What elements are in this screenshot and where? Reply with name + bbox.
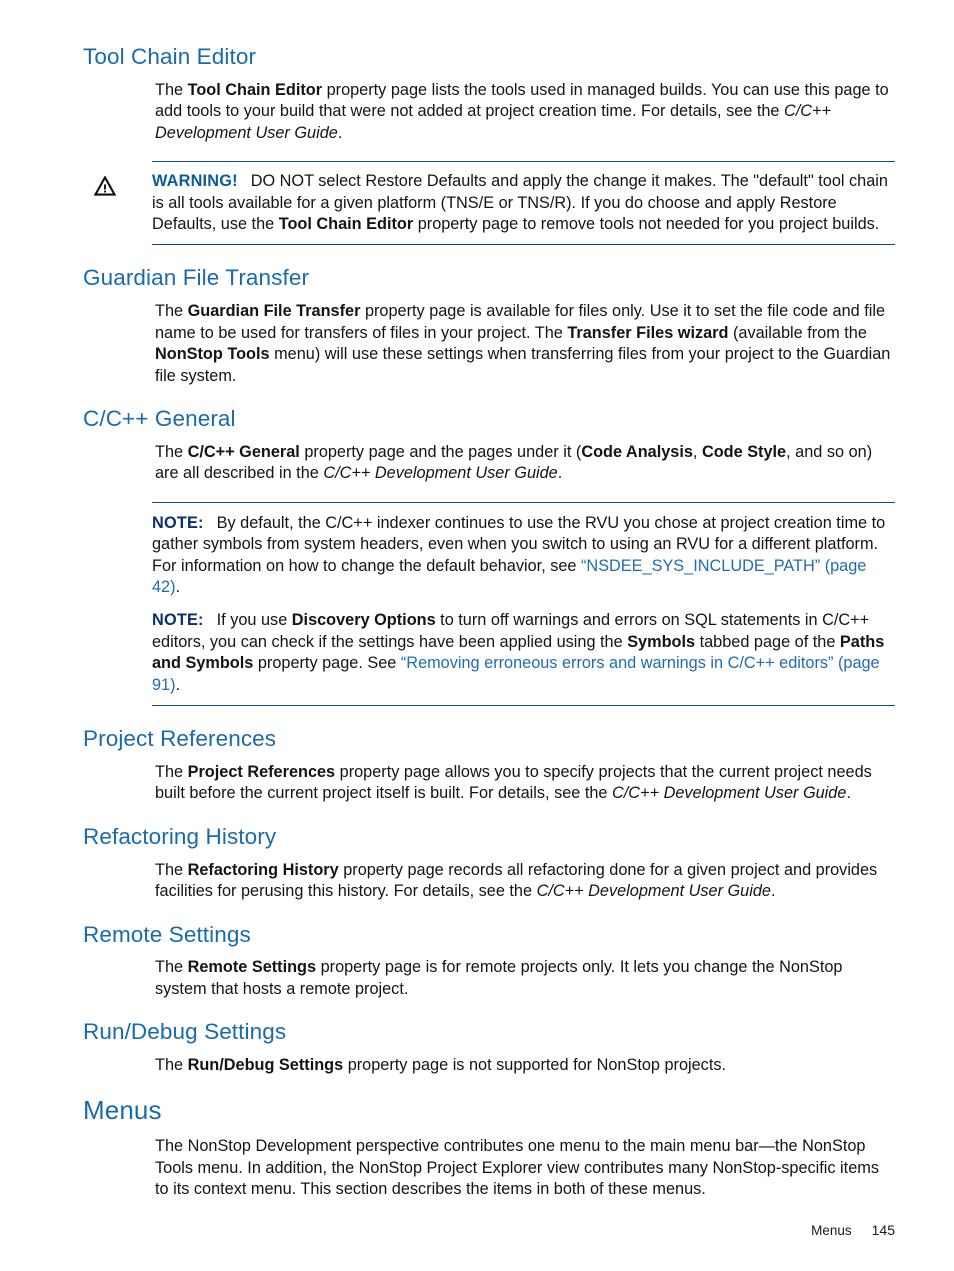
text-run: . — [846, 784, 851, 803]
heading-remote-settings: Remote Settings — [83, 921, 251, 947]
text-run: . — [770, 882, 776, 901]
warning-label: WARNING! — [152, 172, 238, 191]
paragraph-remote-settings-block: The Remote Settings property page is for… — [155, 957, 895, 1000]
footer-page-number: 145 — [871, 1222, 895, 1238]
bold-run: Refactoring History — [187, 860, 339, 879]
warning-text: WARNING! DO NOT select Restore Defaults a… — [152, 171, 895, 235]
bold-run: NonStop Tools — [155, 345, 270, 364]
bold-run: Run/Debug Settings — [187, 1056, 344, 1075]
footer-label: Menus — [811, 1223, 852, 1238]
bold-run: C/C++ General — [187, 442, 300, 461]
heading-menus: Menus — [83, 1094, 162, 1125]
heading-guardian-file-transfer: Guardian File Transfer — [83, 265, 310, 291]
document-page: Tool Chain Editor The Tool Chain Editor … — [0, 0, 954, 1271]
text-run: property page. See — [253, 654, 401, 673]
text-run: (available from the — [728, 323, 867, 342]
paragraph-refactoring-history: The Refactoring History property page re… — [155, 860, 895, 903]
text-run: tabbed page of the — [695, 632, 840, 651]
text-run: . — [175, 577, 181, 596]
bold-run: Project References — [187, 762, 336, 781]
note-label: NOTE: — [152, 513, 204, 532]
text-run: The — [155, 762, 188, 781]
heading-project-references: Project References — [83, 726, 277, 752]
text-run: If you use — [216, 611, 292, 630]
text-run: The — [155, 860, 188, 879]
heading-tool-chain-editor: Tool Chain Editor — [83, 44, 257, 69]
bold-run: Symbols — [627, 632, 696, 651]
paragraph-tool-chain-editor-block: The Tool Chain Editor property page list… — [155, 80, 895, 144]
page-footer: Menus 145 — [0, 1222, 895, 1238]
text-run: The — [155, 80, 188, 99]
text-run: property page is not supported for NonSt… — [343, 1056, 727, 1075]
page-content: Tool Chain Editor The Tool Chain Editor … — [83, 44, 895, 1201]
text-run: The — [155, 1056, 188, 1075]
text-run: , — [692, 442, 702, 461]
paragraph-project-references-block: The Project References property page all… — [155, 762, 895, 805]
bold-run: Tool Chain Editor — [187, 80, 323, 99]
note-text-1: NOTE: By default, the C/C++ indexer conti… — [152, 513, 895, 599]
bold-run: Guardian File Transfer — [187, 302, 361, 321]
text-run: . — [337, 123, 343, 142]
warning-triangle-icon — [94, 176, 116, 196]
paragraph-remote-settings: The Remote Settings property page is for… — [155, 957, 895, 1000]
bold-run: Code Style — [701, 442, 787, 461]
paragraph-run-debug-settings: The Run/Debug Settings property page is … — [155, 1055, 895, 1076]
text-run: . — [175, 675, 181, 694]
paragraph-c-cpp-general-block: The C/C++ General property page and the … — [155, 442, 895, 485]
text-run: property page to remove tools not needed… — [413, 214, 880, 233]
bold-run: Discovery Options — [291, 611, 436, 630]
paragraph-c-cpp-general: The C/C++ General property page and the … — [155, 442, 895, 485]
italic-run: C/C++ Development User Guide — [323, 464, 558, 483]
heading-c-cpp-general: C/C++ General — [83, 405, 236, 431]
paragraph-project-references: The Project References property page all… — [155, 762, 895, 805]
note-text-2: NOTE: If you use Discovery Options to tur… — [152, 610, 895, 696]
text-run: property page and the pages under it ( — [299, 442, 582, 461]
note-admonition-group: NOTE: By default, the C/C++ indexer conti… — [152, 501, 895, 707]
bold-run: Code Analysis — [581, 442, 693, 461]
heading-run-debug-settings: Run/Debug Settings — [83, 1019, 287, 1045]
paragraph-guardian-file-transfer: The Guardian File Transfer property page… — [155, 301, 895, 387]
warning-admonition: WARNING! DO NOT select Restore Defaults a… — [94, 161, 895, 246]
text-run: The — [155, 958, 188, 977]
bold-run: Remote Settings — [187, 958, 317, 977]
note-label: NOTE: — [152, 611, 204, 630]
paragraph-menus-block: The NonStop Development perspective cont… — [155, 1136, 895, 1200]
paragraph-guardian-file-transfer-block: The Guardian File Transfer property page… — [155, 301, 895, 387]
text-run: The — [155, 442, 188, 461]
paragraph-menus: The NonStop Development perspective cont… — [155, 1137, 879, 1199]
italic-run: C/C++ Development User Guide — [536, 882, 771, 901]
text-run: . — [557, 464, 563, 483]
paragraph-run-debug-settings-block: The Run/Debug Settings property page is … — [155, 1055, 895, 1076]
paragraph-refactoring-history-block: The Refactoring History property page re… — [155, 860, 895, 903]
text-run: The — [155, 302, 188, 321]
bold-run: Tool Chain Editor — [278, 214, 414, 233]
paragraph-tool-chain-editor: The Tool Chain Editor property page list… — [155, 80, 895, 144]
italic-run: C/C++ Development User Guide — [612, 784, 847, 803]
heading-refactoring-history: Refactoring History — [83, 823, 277, 849]
bold-run: Transfer Files wizard — [567, 323, 729, 342]
